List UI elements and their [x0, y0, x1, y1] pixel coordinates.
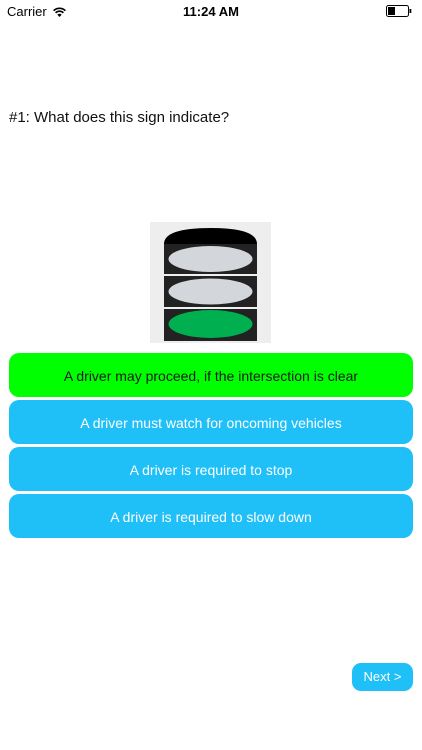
- answer-button-3[interactable]: A driver is required to stop: [9, 447, 413, 491]
- answer-button-4[interactable]: A driver is required to slow down: [9, 494, 413, 538]
- status-time: 11:24 AM: [183, 4, 239, 19]
- answer-button-2[interactable]: A driver must watch for oncoming vehicle…: [9, 400, 413, 444]
- status-bar: Carrier 11:24 AM: [0, 0, 422, 22]
- answer-button-1[interactable]: A driver may proceed, if the intersectio…: [9, 353, 413, 397]
- battery-icon: [386, 5, 412, 17]
- traffic-light-icon: [150, 222, 271, 343]
- question-text: #1: What does this sign indicate?: [9, 109, 230, 126]
- next-button[interactable]: Next >: [352, 663, 413, 691]
